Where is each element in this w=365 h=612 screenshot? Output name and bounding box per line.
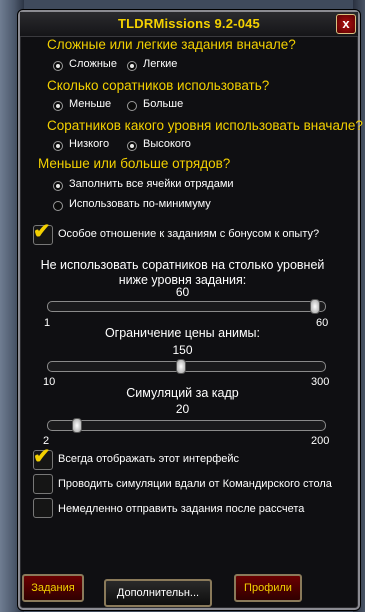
anima-slider-thumb[interactable]	[176, 359, 186, 374]
level-slider-value: 60	[175, 285, 190, 299]
sim-slider-max: 200	[311, 435, 330, 447]
radio-low-label: Низкого	[69, 138, 110, 150]
close-icon: x	[342, 16, 350, 31]
radio-hard-label: Сложные	[69, 58, 117, 70]
radio-minimum-label: Использовать по-минимуму	[69, 198, 211, 210]
sim-slider-thumb[interactable]	[72, 418, 82, 433]
radio-hard[interactable]	[53, 61, 63, 71]
followers-count-question: Сколько соратников использовать?	[47, 78, 270, 93]
radio-easy-label: Легкие	[143, 58, 178, 70]
tab-profiles[interactable]: Профили	[234, 574, 302, 602]
sim-away-label: Проводить симуляции вдали от Командирско…	[58, 478, 332, 490]
troops-question: Меньше или больше отрядов?	[38, 156, 231, 171]
always-show-label: Всегда отображать этот интерфейс	[58, 453, 240, 465]
radio-high[interactable]	[127, 141, 137, 151]
level-slider[interactable]	[47, 299, 326, 314]
radio-minimum[interactable]	[53, 201, 63, 211]
checkmark-icon: ✔	[33, 220, 51, 243]
anima-slider[interactable]	[47, 359, 326, 374]
radio-fewer[interactable]	[53, 101, 63, 111]
radio-more[interactable]	[127, 101, 137, 111]
tab-missions[interactable]: Задания	[22, 574, 84, 602]
followers-level-question: Соратников какого уровня использовать вн…	[47, 118, 363, 133]
radio-fill-slots[interactable]	[53, 181, 63, 191]
difficulty-question: Сложные или легкие задания вначале?	[47, 37, 296, 52]
xp-bonus-label: Особое отношение к заданиям с бонусом к …	[58, 228, 320, 240]
radio-low[interactable]	[53, 141, 63, 151]
window-title: TLDRMissions 9.2-045	[118, 16, 260, 31]
sim-slider-label: Симуляций за кадр	[126, 386, 239, 400]
sim-slider-value: 20	[175, 402, 190, 416]
sim-away-checkbox[interactable]	[33, 474, 53, 494]
radio-high-label: Высокого	[143, 138, 191, 150]
radio-more-label: Больше	[143, 98, 184, 110]
radio-easy[interactable]	[127, 61, 137, 71]
send-immediately-checkbox[interactable]	[33, 498, 53, 518]
send-immediately-label: Немедленно отправить задания после рассч…	[58, 503, 305, 515]
always-show-checkbox[interactable]: ✔	[33, 445, 53, 470]
level-slider-label-1: Не использовать соратников на столько ур…	[40, 258, 325, 272]
title-bar[interactable]: TLDRMissions 9.2-045 x	[20, 12, 358, 37]
sim-slider[interactable]	[47, 418, 326, 433]
tab-advanced[interactable]: Дополнительн...	[104, 579, 212, 607]
checkmark-icon: ✔	[33, 445, 51, 468]
level-slider-thumb[interactable]	[310, 299, 320, 314]
anima-slider-label: Ограничение цены анимы:	[104, 326, 261, 340]
anima-slider-value: 150	[172, 343, 193, 357]
close-button[interactable]: x	[336, 14, 356, 34]
radio-fill-slots-label: Заполнить все ячейки отрядами	[69, 178, 234, 190]
radio-fewer-label: Меньше	[69, 98, 112, 110]
xp-bonus-checkbox[interactable]: ✔	[33, 220, 53, 245]
